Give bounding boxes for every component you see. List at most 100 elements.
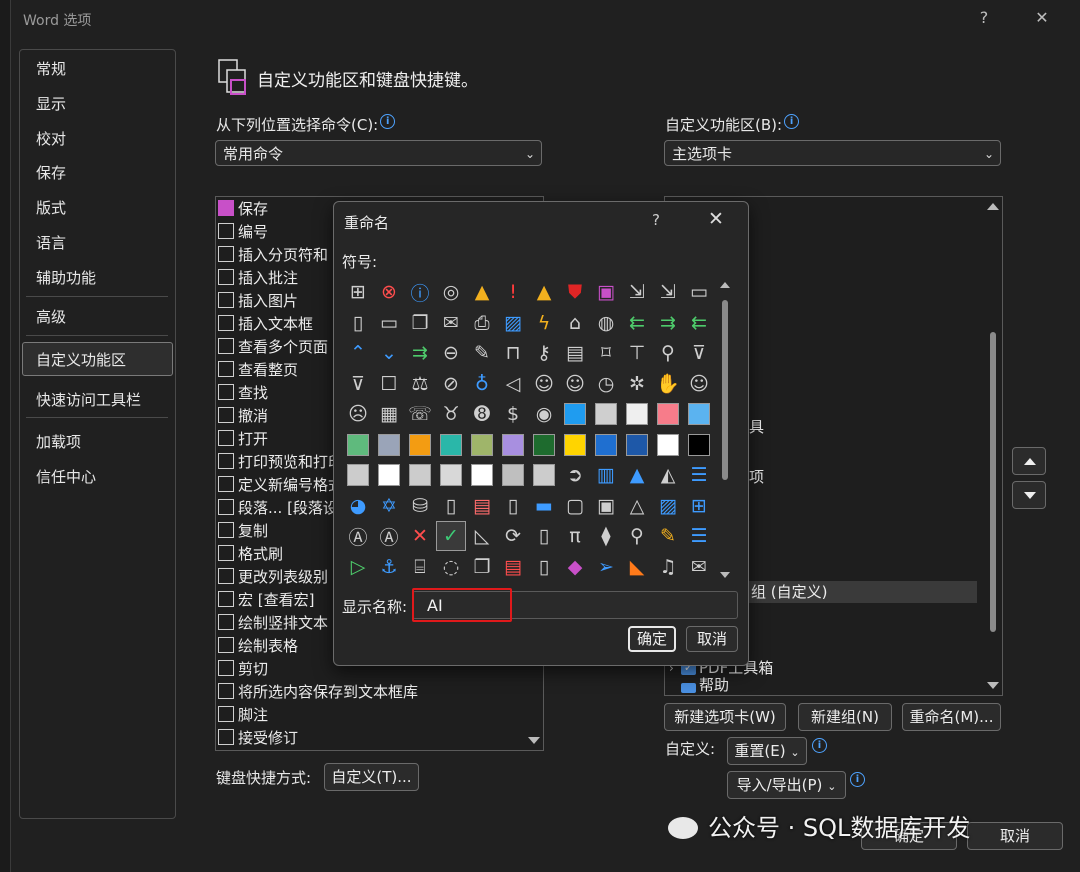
dash-icon[interactable] <box>560 399 590 429</box>
symbol-grid[interactable]: ⊞ ⊗ ⓘ ◎ ▲! ▲ ⛊ ▣ ⇲ ⇲ ▭ ▯ ▭ ❐ ✉ ⎙ ▨ ϟ ⌂ ◍ ⇇ ⇉ ⇇ ⌃ ⌄ ⇉ ⊖ ✎ ⊓ ⚷ ▤ ⌑ ⊤ ⚲ ⊽ ⊽ ☐ ⚖ ⊘… <box>343 277 725 582</box>
bookmark-icon[interactable]: ⌑ <box>591 338 621 368</box>
command-list-item[interactable]: 绘制表格 <box>218 635 298 658</box>
dialog-ok-button[interactable]: 确定 <box>628 626 676 652</box>
ribbon-tree-scrollbar[interactable] <box>984 197 1002 695</box>
home-icon[interactable]: ⌂ <box>560 308 590 338</box>
text-box-icon[interactable]: Ⓐ <box>343 521 373 551</box>
command-list-item[interactable]: 插入批注 <box>218 267 298 290</box>
close-button[interactable]: ✕ <box>1027 8 1057 27</box>
nav-item-display[interactable]: 显示 <box>36 93 66 114</box>
square-icon[interactable] <box>684 399 714 429</box>
hand-icon[interactable]: ✋ <box>653 369 683 399</box>
square-icon[interactable] <box>498 430 528 460</box>
eraser-icon[interactable]: ◆ <box>560 552 590 582</box>
square-icon[interactable] <box>436 460 466 490</box>
lightning-icon[interactable]: ϟ <box>529 308 559 338</box>
presentation-icon[interactable]: ⊤ <box>622 338 652 368</box>
tree-item-fragment[interactable]: 项 <box>749 466 764 489</box>
shapes-icon[interactable]: ⊞ <box>684 491 714 521</box>
command-list-item[interactable]: 查看多个页面 <box>218 336 328 359</box>
shape-add-icon[interactable]: ◌ <box>436 552 466 582</box>
gradient-icon[interactable]: ◣ <box>622 552 652 582</box>
refresh-icon[interactable]: ⟳ <box>498 521 528 551</box>
play-icon[interactable]: ▷ <box>343 552 373 582</box>
move-up-button[interactable] <box>1012 447 1046 475</box>
network-icon[interactable]: ✡ <box>374 491 404 521</box>
link-icon[interactable]: ⊘ <box>436 369 466 399</box>
warning-icon[interactable]: ▲ <box>529 277 559 307</box>
square-icon[interactable] <box>591 430 621 460</box>
symbol-grid-scrollbar[interactable] <box>718 280 732 580</box>
command-list-item[interactable]: 插入图片 <box>218 290 298 313</box>
pin-icon[interactable]: ✎ <box>467 338 497 368</box>
dialog-close-button[interactable]: ✕ <box>708 208 724 230</box>
x-icon[interactable]: ✕ <box>405 521 435 551</box>
envelope-icon[interactable]: ✉ <box>684 552 714 582</box>
dollar-icon[interactable]: $ <box>498 399 528 429</box>
picture-icon[interactable]: ▨ <box>498 308 528 338</box>
command-list-item[interactable]: 格式刷 <box>218 543 283 566</box>
customize-ribbon-select[interactable]: 主选项卡 ⌄ <box>664 140 1001 166</box>
anchor-icon[interactable]: ⚓ <box>374 552 404 582</box>
command-list-item[interactable]: 定义新编号格式 <box>218 474 343 497</box>
grid-icon[interactable] <box>591 399 621 429</box>
mute-icon[interactable]: ◁ <box>498 369 528 399</box>
doc-arrow-icon[interactable]: ⇲ <box>653 277 683 307</box>
scale-icon[interactable]: ⚖ <box>405 369 435 399</box>
target-icon[interactable]: ◎ <box>436 277 466 307</box>
command-list-item[interactable]: 更改列表级别 <box>218 566 328 589</box>
nav-item-accessibility[interactable]: 辅助功能 <box>36 267 96 288</box>
square-icon[interactable] <box>405 460 435 490</box>
device-icon[interactable]: ▯ <box>498 491 528 521</box>
document-icon[interactable]: ▯ <box>436 491 466 521</box>
clock-icon[interactable]: ◷ <box>591 369 621 399</box>
chevron-up-icon[interactable]: ⌃ <box>343 338 373 368</box>
scroll-down-icon[interactable] <box>987 682 999 689</box>
page-icon[interactable]: ▯ <box>343 308 373 338</box>
nav-item-save[interactable]: 保存 <box>36 162 66 183</box>
user-icon[interactable]: ☺ <box>529 369 559 399</box>
image-icon[interactable]: ▬ <box>529 491 559 521</box>
warning-icon[interactable]: ▲ <box>467 277 497 307</box>
square-icon[interactable] <box>374 430 404 460</box>
key-icon[interactable]: ⚷ <box>529 338 559 368</box>
square-icon[interactable] <box>622 399 652 429</box>
tree-item-fragment[interactable]: 具 <box>749 416 764 439</box>
command-list-item[interactable]: 脚注 <box>218 704 268 727</box>
command-list-item[interactable]: 编号 <box>218 221 268 244</box>
smile-icon[interactable]: ☺ <box>684 369 714 399</box>
text-box-icon[interactable]: Ⓐ <box>374 521 404 551</box>
sitemap-icon[interactable]: ⊞ <box>343 277 373 307</box>
back-circle-icon[interactable]: ⊖ <box>436 338 466 368</box>
scroll-down-icon[interactable] <box>720 572 730 578</box>
film-icon[interactable]: ▤ <box>467 491 497 521</box>
scroll-up-icon[interactable] <box>987 203 999 210</box>
printer-icon[interactable]: ⎙ <box>467 308 497 338</box>
filter-icon[interactable]: ⊽ <box>343 369 373 399</box>
cancel-button[interactable]: 取消 <box>967 822 1063 850</box>
nav-item-trust-center[interactable]: 信任中心 <box>36 466 96 487</box>
number-8-icon[interactable]: ➑ <box>467 399 497 429</box>
choose-commands-select[interactable]: 常用命令 ⌄ <box>215 140 542 166</box>
copy-icon[interactable]: ❐ <box>405 308 435 338</box>
move-down-button[interactable] <box>1012 481 1046 509</box>
frame-icon[interactable]: ▢ <box>560 491 590 521</box>
folder-icon[interactable]: ▭ <box>684 277 714 307</box>
palette-icon[interactable]: ◍ <box>591 308 621 338</box>
bell-icon[interactable]: ♫ <box>653 552 683 582</box>
command-list-item[interactable]: 查看整页 <box>218 359 298 382</box>
import-export-button[interactable]: 导入/导出(P) ⌄ <box>727 771 846 799</box>
snowflake-icon[interactable]: ✲ <box>622 369 652 399</box>
square-icon[interactable] <box>653 399 683 429</box>
command-list-item[interactable]: 撤消 <box>218 405 268 428</box>
nav-item-customize-ribbon[interactable]: 自定义功能区 <box>36 349 126 370</box>
cone-icon[interactable]: △ <box>622 491 652 521</box>
command-list-item[interactable]: 段落... [段落设 <box>218 497 338 520</box>
shield-icon[interactable]: ⛊ <box>560 277 590 307</box>
nav-item-advanced[interactable]: 高级 <box>36 306 66 327</box>
mail-icon[interactable]: ✉ <box>436 308 466 338</box>
customize-keyboard-button[interactable]: 自定义(T)... <box>324 763 419 791</box>
phone-icon[interactable]: ☏ <box>405 399 435 429</box>
nav-item-layout[interactable]: 版式 <box>36 197 66 218</box>
list-alert-icon[interactable]: ▤ <box>498 552 528 582</box>
